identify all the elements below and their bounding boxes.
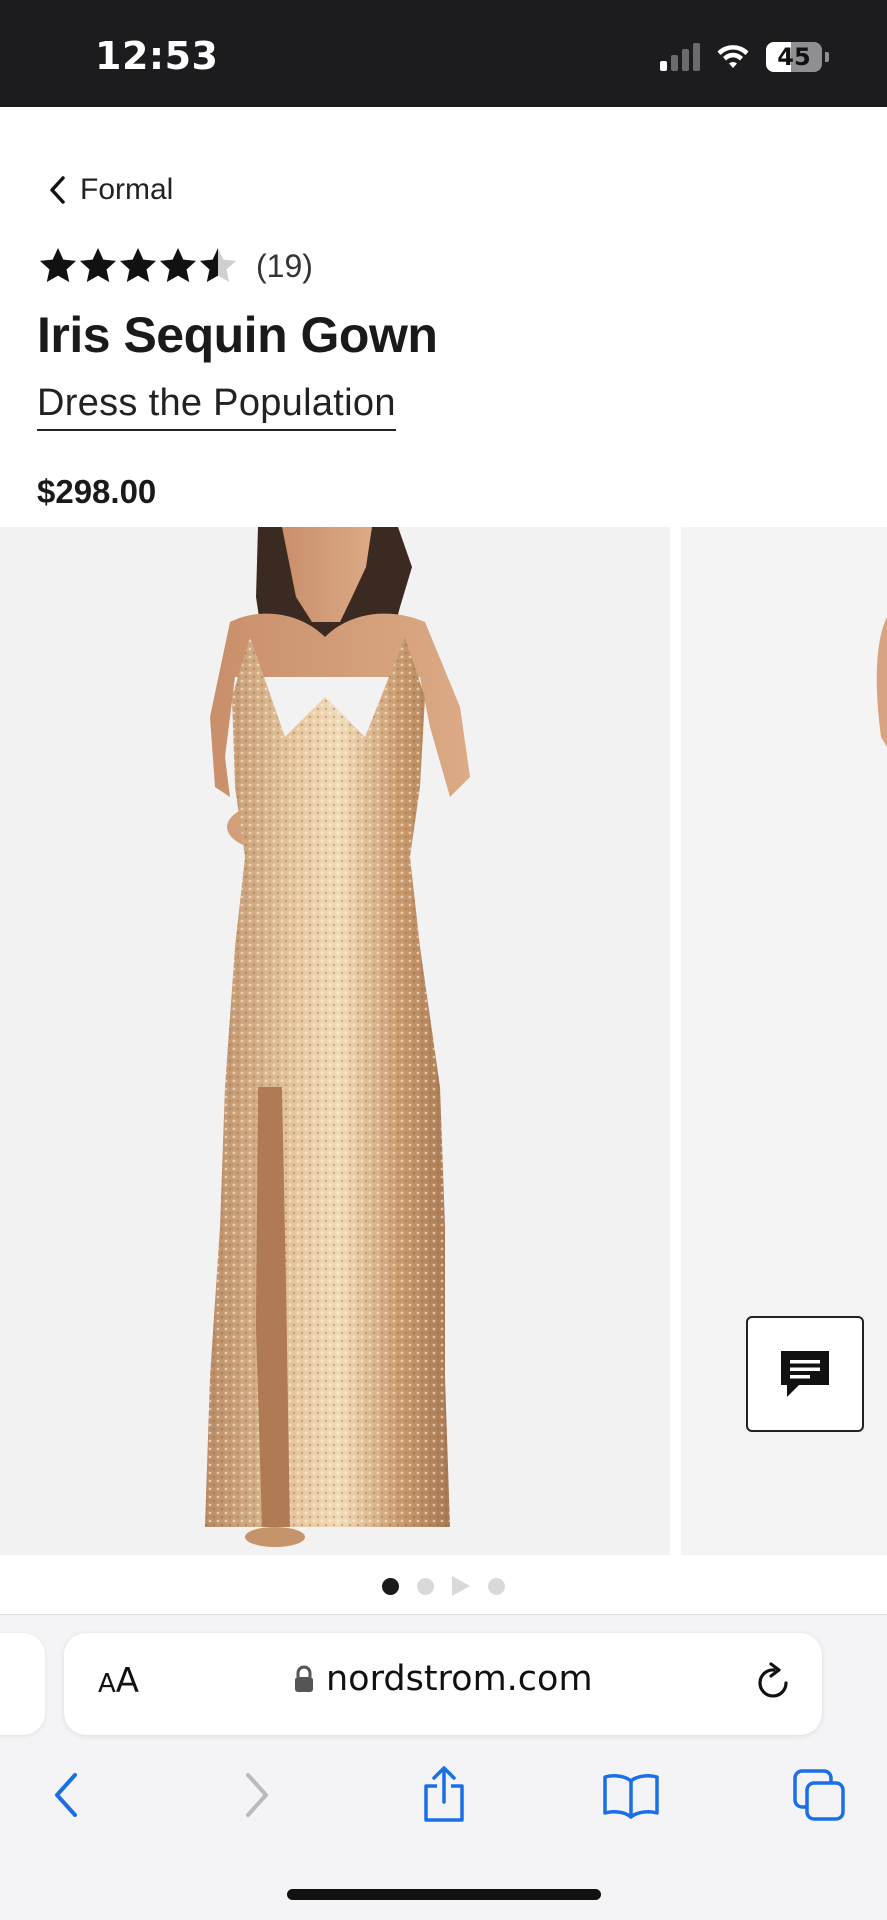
chevron-left-icon: [50, 176, 65, 204]
tabs-button[interactable]: [784, 1760, 854, 1830]
review-count: (19): [256, 247, 313, 284]
tabs-icon: [793, 1769, 845, 1821]
gallery-dot[interactable]: [382, 1577, 399, 1595]
url-text: nordstrom.com: [326, 1659, 593, 1699]
lock-icon: [295, 1665, 313, 1692]
gallery-dot[interactable]: [488, 1577, 505, 1595]
forward-icon: [246, 1773, 268, 1817]
breadcrumb-back-link[interactable]: Formal: [48, 173, 173, 207]
wifi-icon: [717, 45, 749, 68]
home-indicator: [287, 1889, 601, 1900]
star-icon: [80, 248, 116, 282]
text-size-small-label: A: [98, 1669, 116, 1699]
cellular-signal-icon: [660, 43, 700, 71]
star-icon: [120, 248, 156, 282]
forward-button[interactable]: [222, 1760, 292, 1830]
product-rating[interactable]: (19): [38, 246, 313, 286]
product-image[interactable]: [0, 527, 670, 1555]
back-button[interactable]: [31, 1760, 101, 1830]
battery-cap: [825, 52, 829, 62]
product-title: Iris Sequin Gown: [37, 307, 438, 363]
product-price: $298.00: [37, 473, 157, 510]
reload-icon[interactable]: [754, 1661, 794, 1705]
url-field[interactable]: nordstrom.com: [294, 1659, 593, 1699]
back-icon: [55, 1773, 77, 1817]
status-time: 12:53: [95, 34, 219, 78]
text-size-button[interactable]: AA: [98, 1661, 139, 1701]
text-size-large-label: A: [115, 1661, 140, 1701]
gallery-dot[interactable]: [417, 1577, 434, 1595]
battery-level: 45: [777, 43, 811, 71]
browser-toolbar: [0, 1760, 887, 1830]
chat-bubble-icon: [781, 1351, 829, 1397]
status-icons: 45: [660, 42, 829, 72]
bookmarks-icon: [603, 1774, 659, 1819]
battery-icon: 45: [766, 42, 822, 72]
star-icon: [160, 248, 196, 282]
brand-link[interactable]: Dress the Population: [37, 382, 396, 431]
gallery-pagination[interactable]: [0, 1576, 887, 1596]
address-bar[interactable]: AA nordstrom.com: [64, 1633, 822, 1735]
battery-indicator: 45: [766, 42, 829, 72]
share-icon: [424, 1766, 464, 1822]
star-icon: [40, 248, 76, 282]
sequin-gown-photo: [0, 527, 670, 1555]
share-button[interactable]: [409, 1760, 479, 1830]
rating-stars: [38, 246, 238, 286]
status-bar: 12:53 45: [0, 0, 887, 107]
previous-tab-address-bar[interactable]: [0, 1633, 45, 1735]
chat-button[interactable]: [746, 1316, 864, 1432]
gallery-video-indicator[interactable]: [452, 1576, 470, 1596]
bookmarks-button[interactable]: [596, 1760, 666, 1830]
star-icon: [200, 248, 236, 282]
breadcrumb-label: Formal: [80, 173, 174, 206]
